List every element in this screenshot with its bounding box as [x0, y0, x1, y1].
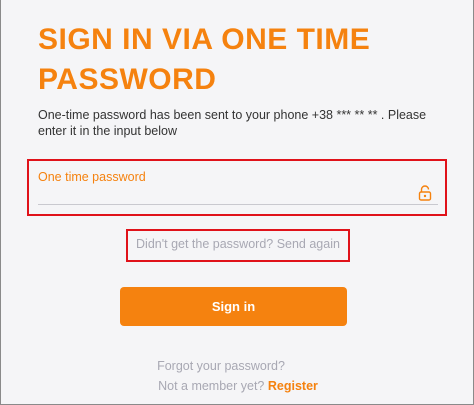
- register-row: Not a member yet? Register: [1, 379, 474, 393]
- forgot-password-link[interactable]: Forgot your password?: [1, 359, 441, 373]
- sign-in-button[interactable]: Sign in: [120, 287, 347, 326]
- otp-field-label: One time password: [38, 170, 146, 184]
- page-title: SIGN IN VIA ONE TIME PASSWORD: [38, 23, 371, 96]
- page-subtitle: One-time password has been sent to your …: [38, 108, 427, 138]
- otp-input[interactable]: [38, 204, 438, 205]
- lock-icon[interactable]: [418, 185, 432, 201]
- send-again-link[interactable]: Didn't get the password? Send again: [126, 229, 350, 262]
- register-link[interactable]: Register: [268, 379, 318, 393]
- sign-in-panel: SIGN IN VIA ONE TIME PASSWORD One-time p…: [0, 0, 474, 405]
- otp-field-highlight: [27, 159, 447, 216]
- not-a-member-text: Not a member yet?: [158, 379, 265, 393]
